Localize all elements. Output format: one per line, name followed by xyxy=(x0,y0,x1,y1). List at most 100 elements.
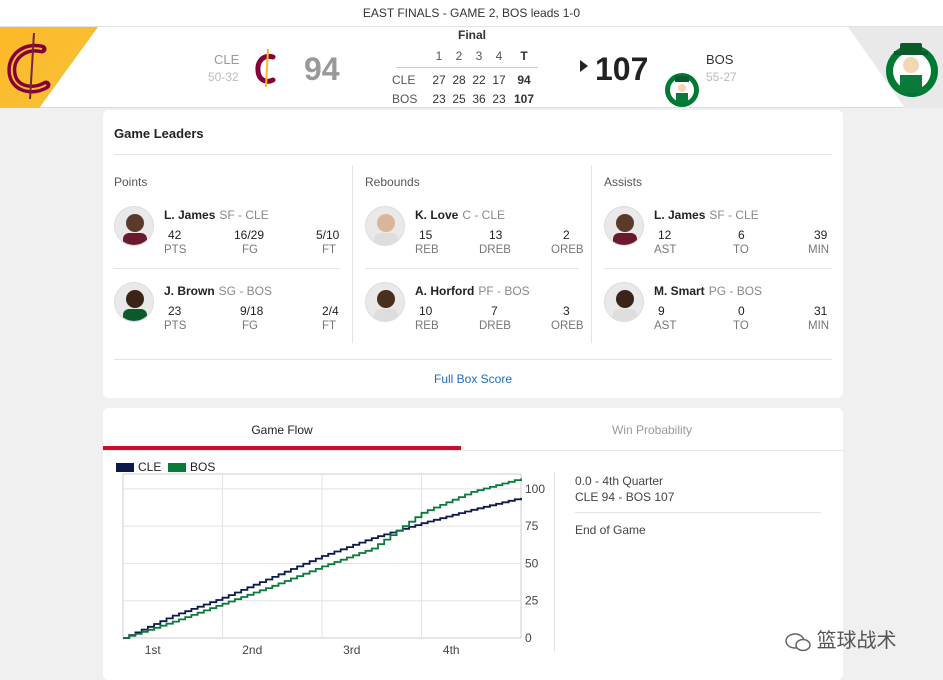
series-status-bar: EAST FINALS - GAME 2, BOS leads 1-0 xyxy=(0,0,943,27)
y-tick-label: 50 xyxy=(525,556,539,570)
linescore-header: 1 xyxy=(435,49,443,63)
stat-value: 2/4 xyxy=(322,304,339,318)
divider xyxy=(575,512,821,513)
winner-arrow-icon xyxy=(580,60,588,72)
series-status-text: EAST FINALS - GAME 2, BOS leads 1-0 xyxy=(362,6,581,20)
scoreboard: CLE 50-32 94 Final 1 2 3 4 T CLE 27 28 2… xyxy=(0,27,943,108)
linescore-header: 4 xyxy=(495,49,503,63)
rebounds-column-title: Rebounds xyxy=(365,175,420,189)
linescore-cell: 25 xyxy=(452,92,466,106)
assists-column-title: Assists xyxy=(604,175,643,189)
stat-label: REB xyxy=(415,244,439,256)
stat-label: PTS xyxy=(164,320,187,332)
cle-c-logo-icon xyxy=(7,32,51,100)
leader-points-bos[interactable]: J. Brown SG - BOS 23 9/18 2/4 PTS FG FT xyxy=(114,282,342,342)
divider xyxy=(352,165,353,343)
stat-label: PTS xyxy=(164,244,187,256)
away-abbr: CLE xyxy=(214,52,240,67)
linescore-divider xyxy=(396,67,538,68)
divider xyxy=(365,268,579,269)
player-name: J. Brown SG - BOS xyxy=(164,284,273,298)
linescore-header: T xyxy=(520,49,528,63)
stat-value: 10 xyxy=(419,304,433,318)
leader-points-cle[interactable]: L. James SF - CLE 42 16/29 5/10 PTS FG FT xyxy=(114,206,342,266)
stat-label: MIN xyxy=(808,320,830,332)
home-team-logo-icon xyxy=(665,73,699,107)
stat-value: 9/18 xyxy=(240,304,264,318)
player-name: A. Horford PF - BOS xyxy=(415,284,530,298)
stat-label: FG xyxy=(242,244,258,256)
stat-value: 13 xyxy=(489,228,503,242)
stat-label: AST xyxy=(654,244,677,256)
stat-label: TO xyxy=(733,244,749,256)
linescore-total: 107 xyxy=(514,92,535,106)
player-avatar xyxy=(604,282,644,322)
player-name: L. James SF - CLE xyxy=(164,208,269,222)
linescore-cell: 23 xyxy=(492,92,506,106)
stat-label: REB xyxy=(415,320,439,332)
linescore-team: BOS xyxy=(392,92,418,106)
stat-value: 31 xyxy=(814,304,828,318)
leader-rebounds-bos[interactable]: A. Horford PF - BOS 10 7 3 REB DREB OREB xyxy=(365,282,593,342)
wechat-icon xyxy=(785,632,811,651)
divider xyxy=(114,154,832,155)
stat-value: 2 xyxy=(563,228,570,242)
x-tick-label: 2nd xyxy=(242,643,262,657)
player-name: M. Smart PG - BOS xyxy=(654,284,763,298)
linescore-total: 94 xyxy=(517,73,531,87)
stat-label: DREB xyxy=(479,244,511,256)
away-score: 94 xyxy=(304,51,340,87)
player-avatar xyxy=(365,282,405,322)
stat-label: AST xyxy=(654,320,677,332)
leader-rebounds-cle[interactable]: K. Love C - CLE 15 13 2 REB DREB OREB xyxy=(365,206,593,266)
linescore-header-row: 1 2 3 4 T xyxy=(392,49,552,65)
stat-value: 9 xyxy=(658,304,665,318)
player-avatar xyxy=(114,282,154,322)
away-team-logo-icon xyxy=(255,48,276,88)
stat-label: TO xyxy=(733,320,749,332)
stat-label: FG xyxy=(242,320,258,332)
full-box-score-link[interactable]: Full Box Score xyxy=(103,372,843,386)
tab-win-probability[interactable]: Win Probability xyxy=(461,408,843,451)
linescore-header: 3 xyxy=(475,49,483,63)
stat-label: FT xyxy=(322,320,337,332)
stat-value: 7 xyxy=(491,304,498,318)
home-record: 55-27 xyxy=(706,70,737,84)
x-tick-label: 4th xyxy=(443,643,460,657)
tab-game-flow[interactable]: Game Flow xyxy=(103,408,461,451)
stat-label: MIN xyxy=(808,244,830,256)
stat-label: OREB xyxy=(551,320,584,332)
stat-value: 23 xyxy=(168,304,182,318)
game-flow-chart: 0 25 50 75 100 1st 2nd 3rd 4th xyxy=(122,473,545,657)
y-tick-label: 25 xyxy=(525,594,539,608)
linescore-cell: 27 xyxy=(432,73,446,87)
stat-value: 3 xyxy=(563,304,570,318)
play-time: 0.0 - 4th Quarter xyxy=(575,474,664,488)
x-tick-label: 1st xyxy=(145,643,162,657)
y-tick-label: 0 xyxy=(525,631,532,645)
y-tick-label: 100 xyxy=(525,482,545,496)
linescore-cell: 23 xyxy=(432,92,446,106)
y-tick-label: 75 xyxy=(525,519,539,533)
bos-leprechaun-icon xyxy=(886,43,938,97)
linescore-row-cle: CLE 27 28 22 17 94 xyxy=(392,73,552,89)
leader-assists-cle[interactable]: L. James SF - CLE 12 6 39 AST TO MIN xyxy=(604,206,832,266)
divider xyxy=(114,268,340,269)
stat-value: 39 xyxy=(814,228,828,242)
divider xyxy=(604,268,832,269)
leader-assists-bos[interactable]: M. Smart PG - BOS 9 0 31 AST TO MIN xyxy=(604,282,832,342)
home-score: 107 xyxy=(595,51,649,87)
player-avatar xyxy=(365,206,405,246)
linescore-cell: 36 xyxy=(472,92,486,106)
player-name: K. Love C - CLE xyxy=(415,208,506,222)
game-leaders-card: Game Leaders Points L. James SF - CLE 42 … xyxy=(103,110,843,398)
stat-value: 42 xyxy=(168,228,182,242)
game-flow-card: Game Flow Win Probability CLE BOS 0 25 50 7… xyxy=(103,408,843,680)
game-status: Final xyxy=(457,28,486,42)
player-avatar xyxy=(604,206,644,246)
stat-value: 0 xyxy=(738,304,745,318)
divider xyxy=(114,359,832,360)
stat-value: 16/29 xyxy=(234,228,265,242)
points-column-title: Points xyxy=(114,175,148,189)
stat-label: FT xyxy=(322,244,337,256)
